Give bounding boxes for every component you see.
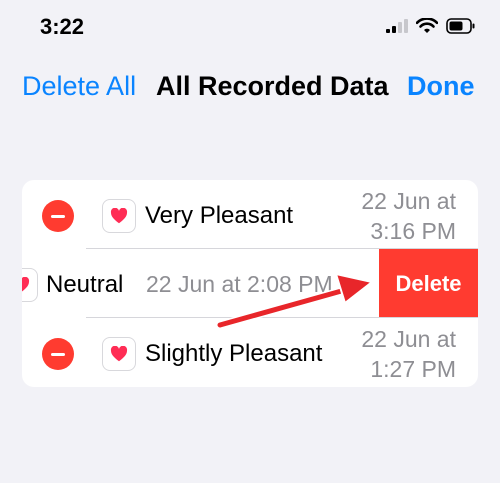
record-time-line: 1:27 PM — [370, 356, 456, 382]
wifi-icon — [416, 18, 438, 33]
heart-icon — [110, 208, 128, 224]
record-label: Neutral — [46, 271, 124, 298]
heart-icon — [110, 346, 128, 362]
cellular-signal-icon — [386, 19, 408, 33]
record-date: 22 Jun at 2:08 PM — [146, 271, 333, 297]
health-app-icon — [22, 268, 38, 302]
list-item[interactable]: Very Pleasant 22 Jun at 3:16 PM — [22, 180, 478, 249]
record-date-line: 22 Jun at — [361, 326, 456, 352]
status-time: 3:22 — [40, 14, 85, 39]
record-date: 22 Jun at 3:16 PM — [361, 186, 456, 246]
record-label: Slightly Pleasant — [145, 340, 323, 367]
delete-all-button[interactable]: Delete All — [22, 71, 136, 102]
minus-icon — [51, 214, 65, 218]
screen: 3:22 Delete All All Recorded Data Done V… — [0, 0, 500, 483]
remove-button[interactable] — [42, 200, 74, 232]
minus-icon — [51, 352, 65, 356]
heart-icon — [22, 277, 30, 292]
health-app-icon — [102, 199, 136, 233]
records-list: Very Pleasant 22 Jun at 3:16 PM Neutral … — [22, 180, 478, 387]
record-time-line: 3:16 PM — [370, 218, 456, 244]
remove-button[interactable] — [42, 338, 74, 370]
health-app-icon — [102, 337, 136, 371]
delete-button[interactable]: Delete — [379, 249, 478, 318]
record-date: 22 Jun at 1:27 PM — [361, 324, 456, 384]
status-icons — [386, 18, 476, 34]
battery-icon — [446, 18, 475, 34]
record-label: Very Pleasant — [145, 202, 294, 229]
list-item[interactable]: Slightly Pleasant 22 Jun at 1:27 PM — [22, 318, 478, 387]
record-date-line: 22 Jun at — [361, 188, 456, 214]
list-item-swiped[interactable]: Neutral 22 Jun at 2:08 PM Delete — [22, 249, 478, 318]
done-button[interactable]: Done — [407, 71, 475, 102]
page-title: All Recorded Data — [156, 71, 389, 101]
